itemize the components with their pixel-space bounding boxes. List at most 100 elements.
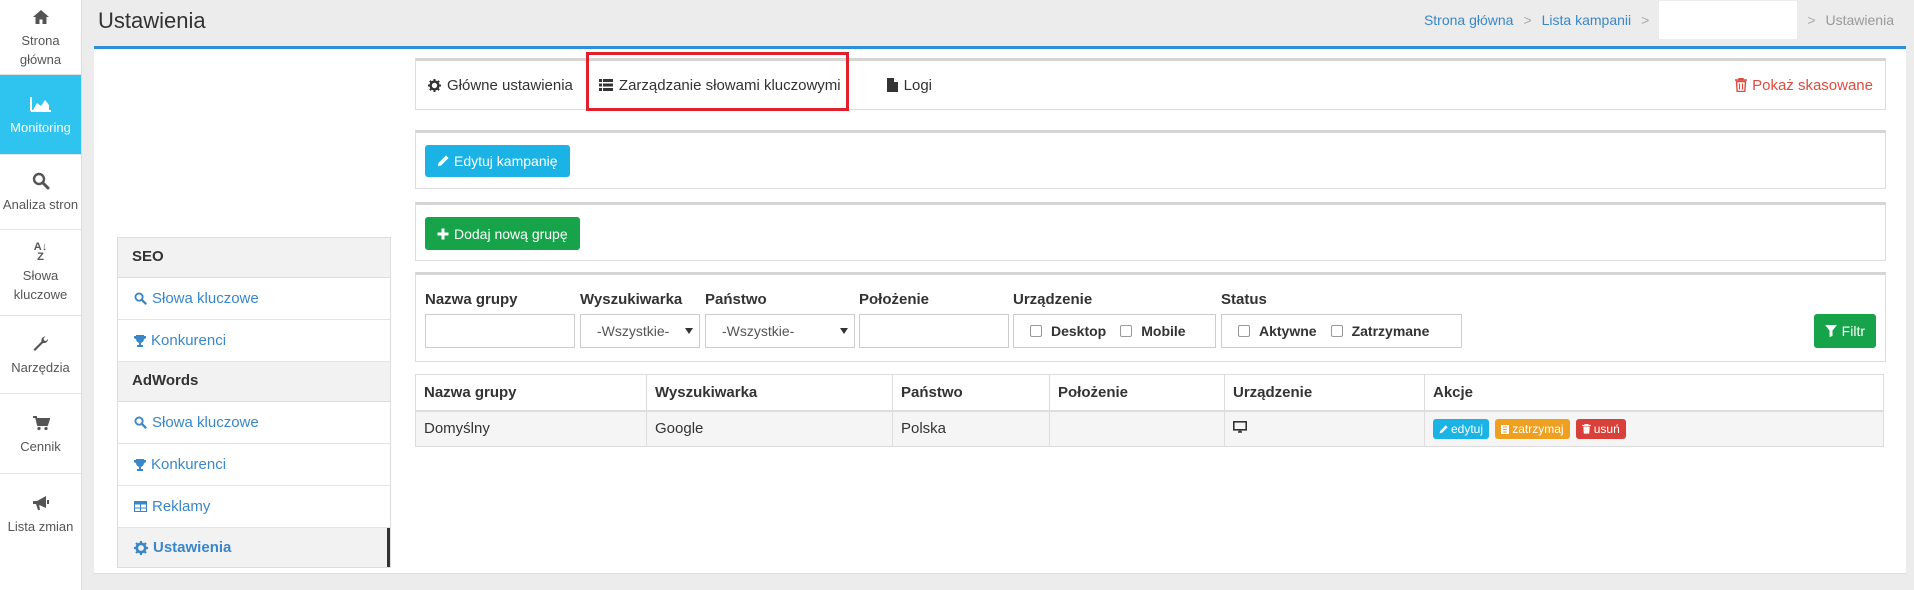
tab-main-settings-label: Główne ustawienia bbox=[447, 76, 573, 94]
nav-item-narzedzia[interactable]: Narzędzia bbox=[0, 316, 81, 394]
breadcrumb-campaign-blank[interactable] bbox=[1659, 1, 1798, 39]
settings-tabs: Główne ustawienia Zarządzanie słowami kl… bbox=[415, 58, 1886, 110]
filter-button[interactable]: Filtr bbox=[1813, 314, 1876, 348]
table-header-row: Nazwa grupy Wyszukiwarka Państwo Położen… bbox=[415, 374, 1884, 412]
desktop-checkbox[interactable] bbox=[1030, 325, 1042, 337]
filter-country-label: Państwo bbox=[705, 291, 767, 308]
cell-group-name: Domyślny bbox=[415, 410, 647, 447]
left-navigation: Strona główna Monitoring Analiza stron A… bbox=[0, 0, 82, 590]
edit-campaign-button[interactable]: Edytuj kampanię bbox=[425, 145, 570, 177]
nav-label-cennik: Cennik bbox=[20, 438, 61, 454]
adwords-menu-competitors[interactable]: Konkurenci bbox=[118, 444, 390, 486]
filter-status-label: Status bbox=[1221, 291, 1267, 308]
stop-icon bbox=[1501, 424, 1510, 434]
breadcrumb-home[interactable]: Strona główna bbox=[1424, 12, 1514, 28]
trophy-icon bbox=[134, 458, 146, 471]
search-icon bbox=[30, 170, 52, 192]
nav-item-home[interactable]: Strona główna bbox=[0, 0, 81, 75]
table-icon bbox=[134, 501, 147, 512]
mobile-checkbox[interactable] bbox=[1120, 325, 1133, 337]
breadcrumb-current: Ustawienia bbox=[1825, 12, 1894, 28]
stopped-checkbox-label: Zatrzymane bbox=[1351, 323, 1430, 339]
breadcrumb-separator: > bbox=[1807, 12, 1816, 28]
search-icon bbox=[134, 292, 147, 305]
edit-campaign-label: Edytuj kampanię bbox=[454, 153, 558, 169]
adwords-menu-keywords[interactable]: Słowa kluczowe bbox=[118, 402, 390, 444]
seo-menu-keywords-label: Słowa kluczowe bbox=[152, 290, 259, 307]
stop-group-button[interactable]: zatrzymaj bbox=[1495, 419, 1570, 439]
bullhorn-icon bbox=[30, 492, 52, 514]
active-checkbox[interactable] bbox=[1238, 325, 1250, 337]
breadcrumb: Strona główna > Lista kampanii > > Ustaw… bbox=[1424, 1, 1894, 39]
adwords-menu-settings-label: Ustawienia bbox=[153, 539, 232, 556]
sort-alpha-icon: A↓ Z bbox=[33, 241, 48, 263]
trophy-icon bbox=[134, 334, 146, 347]
filter-engine-select[interactable]: -Wszystkie- bbox=[580, 314, 700, 348]
column-header: Położenie bbox=[1049, 374, 1225, 412]
section-menu: SEO Słowa kluczowe Konkurenci AdWords Sł… bbox=[117, 237, 391, 568]
filter-group-name-input[interactable] bbox=[425, 314, 575, 348]
nav-label-lista-zmian: Lista zmian bbox=[7, 519, 74, 534]
show-deleted-link[interactable]: Pokaż skasowane bbox=[1735, 77, 1873, 94]
nav-label-monitoring: Monitoring bbox=[10, 119, 71, 135]
add-group-box: Dodaj nową grupę bbox=[415, 202, 1886, 261]
breadcrumb-campaign-list[interactable]: Lista kampanii bbox=[1542, 12, 1632, 28]
mobile-checkbox-label: Mobile bbox=[1141, 323, 1186, 339]
section-heading-adwords: AdWords bbox=[118, 362, 390, 402]
edit-campaign-box: Edytuj kampanię bbox=[415, 130, 1886, 189]
tab-logs[interactable]: Logi bbox=[886, 76, 932, 94]
tab-main-settings[interactable]: Główne ustawienia bbox=[428, 77, 573, 94]
gear-icon bbox=[428, 78, 441, 92]
gear-icon bbox=[134, 540, 148, 555]
edit-group-button[interactable]: edytuj bbox=[1433, 419, 1490, 439]
column-header: Nazwa grupy bbox=[415, 374, 647, 412]
nav-item-analiza-stron[interactable]: Analiza stron bbox=[0, 155, 81, 230]
nav-item-lista-zmian[interactable]: Lista zmian bbox=[0, 474, 81, 554]
tab-keyword-management-label: Zarządzanie słowami kluczowymi bbox=[618, 76, 841, 94]
column-header: Państwo bbox=[892, 374, 1050, 412]
trash-icon bbox=[1735, 78, 1748, 92]
filter-engine-value: -Wszystkie- bbox=[597, 323, 670, 339]
filter-location-input[interactable] bbox=[859, 314, 1009, 348]
plus-icon bbox=[437, 228, 449, 240]
tab-logs-label: Logi bbox=[903, 76, 932, 94]
stopped-checkbox[interactable] bbox=[1330, 325, 1343, 337]
cell-actions: edytuj zatrzymaj usuń bbox=[1424, 410, 1884, 447]
wrench-icon bbox=[30, 333, 52, 355]
nav-label-narzedzia: Narzędzia bbox=[11, 359, 70, 375]
cell-engine: Google bbox=[646, 410, 893, 447]
cell-device bbox=[1224, 410, 1425, 447]
adwords-menu-competitors-label: Konkurenci bbox=[151, 456, 227, 473]
seo-menu-keywords[interactable]: Słowa kluczowe bbox=[118, 278, 390, 320]
filter-button-label: Filtr bbox=[1841, 323, 1865, 339]
filter-group-name-label: Nazwa grupy bbox=[425, 291, 518, 308]
add-group-button[interactable]: Dodaj nową grupę bbox=[425, 217, 580, 250]
table-row: Domyślny Google Polska edytuj zatrzymaj … bbox=[415, 410, 1884, 447]
column-header: Wyszukiwarka bbox=[646, 374, 893, 412]
edit-group-label: edytuj bbox=[1451, 422, 1484, 436]
nav-item-cennik[interactable]: Cennik bbox=[0, 394, 81, 474]
adwords-menu-ads[interactable]: Reklamy bbox=[118, 486, 390, 528]
nav-item-monitoring[interactable]: Monitoring bbox=[0, 75, 81, 155]
adwords-menu-settings[interactable]: Ustawienia bbox=[118, 528, 390, 567]
filter-country-select[interactable]: -Wszystkie- bbox=[705, 314, 855, 348]
desktop-checkbox-label: Desktop bbox=[1051, 323, 1107, 339]
delete-group-button[interactable]: usuń bbox=[1575, 418, 1626, 439]
adwords-menu-keywords-label: Słowa kluczowe bbox=[152, 414, 259, 431]
caret-down-icon bbox=[685, 328, 693, 334]
seo-menu-competitors[interactable]: Konkurenci bbox=[118, 320, 390, 362]
adwords-menu-ads-label: Reklamy bbox=[152, 498, 211, 515]
pencil-icon bbox=[437, 155, 449, 167]
column-header: Akcje bbox=[1424, 374, 1884, 412]
nav-item-slowa-kluczowe[interactable]: A↓ Z Słowa kluczowe bbox=[0, 230, 81, 316]
tab-keyword-management[interactable]: Zarządzanie słowami kluczowymi bbox=[598, 76, 841, 94]
filter-icon bbox=[1824, 325, 1837, 337]
page-title: Ustawienia bbox=[98, 8, 206, 33]
delete-group-label: usuń bbox=[1593, 421, 1620, 436]
nav-label-analiza-stron: Analiza stron bbox=[2, 197, 79, 212]
column-header: Urządzenie bbox=[1224, 374, 1425, 412]
filter-status-group: Aktywne Zatrzymane bbox=[1221, 314, 1462, 348]
nav-label-home: Strona główna bbox=[19, 32, 62, 67]
breadcrumb-separator: > bbox=[1641, 12, 1650, 28]
breadcrumb-separator: > bbox=[1523, 12, 1532, 28]
